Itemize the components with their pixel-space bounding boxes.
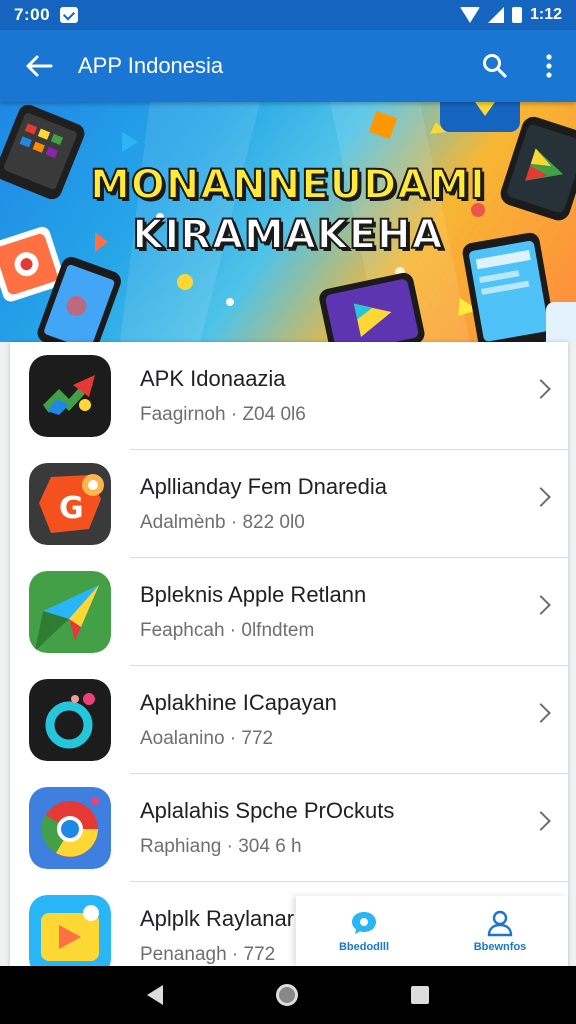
app-bar-actions (468, 30, 576, 102)
list-item[interactable]: Aplalahis Spche PrOckuts Raphiang · 304 … (10, 774, 568, 882)
app-name: Aplliandaу Fem Dnaredia (140, 473, 388, 499)
back-button[interactable] (0, 30, 78, 102)
app-icon-wrap (10, 774, 130, 882)
profile-icon (487, 910, 513, 937)
banner-title-line1: MONANNEUDAMI (89, 161, 486, 209)
battery-icon (511, 7, 522, 23)
app-name: Bpleknis Apple Retlann (140, 581, 367, 607)
promo-banner[interactable]: MONANNEUDAMI KIRAMAKEHA (0, 102, 576, 342)
colorful-chart-arrow-icon (29, 355, 111, 437)
app-meta: Faagirnoh · Z04 0l6 (140, 403, 306, 425)
page-title: APP Indonesia (78, 53, 224, 78)
svg-text:G: G (59, 491, 84, 526)
bottom-mini-nav: Bbedodlll Bbewnfos (296, 896, 568, 966)
app-list: APK Idonaazia Faagirnoh · Z04 0l6 G Apll… (10, 342, 568, 982)
app-icon-wrap (10, 558, 130, 666)
chrome-like-icon (29, 787, 111, 869)
wifi-icon (459, 7, 480, 23)
app-icon-wrap: G (10, 450, 130, 558)
mini-nav-label: Bbedodlll (338, 941, 390, 953)
status-icons: 1:12 (459, 6, 562, 24)
paper-plane-icon (29, 571, 111, 653)
list-item[interactable]: Bpleknis Apple Retlann Feaphcah · 0lfndt… (10, 558, 568, 666)
video-play-icon (29, 895, 111, 977)
list-item[interactable]: APK Idonaazia Faagirnoh · Z04 0l6 (10, 342, 568, 450)
system-home-button[interactable] (275, 984, 298, 1006)
more-options-button[interactable] (522, 30, 576, 102)
app-icon-wrap (10, 666, 130, 774)
app-name: Aplalahis Spche PrOckuts (140, 797, 395, 823)
app-meta: Raphiang · 304 6 h (140, 835, 302, 857)
system-nav-bar (0, 966, 576, 1024)
mini-nav-tab-profile[interactable]: Bbewnfos (432, 896, 568, 966)
arrow-left-icon (26, 55, 53, 77)
notification-icon (60, 7, 79, 23)
banner-title-line2: KIRAMAKEHA (131, 211, 444, 259)
list-item[interactable]: Aplakhine ICapayan Aoalanino · 772 (10, 666, 568, 774)
status-time: 7:00 (14, 5, 51, 24)
app-meta: Adalmènb · 822 0l0 (140, 511, 305, 533)
signal-icon (487, 7, 504, 23)
phone-screen: 7:00 1:12 APP Indonesia MONANNEUDAMI KIR… (0, 0, 576, 1024)
status-clock-right: 1:12 (529, 6, 562, 23)
camera-lens-icon (29, 679, 111, 761)
app-meta: Feaphcah · 0lfndtem (140, 619, 315, 641)
system-back-button[interactable] (146, 985, 163, 1005)
app-meta: Aoalanino · 772 (140, 727, 274, 749)
app-bar: APP Indonesia (0, 30, 576, 102)
app-name: APK Idonaazia (140, 365, 286, 391)
status-bar: 7:00 1:12 (0, 0, 576, 30)
app-icon-wrap (10, 342, 130, 450)
list-item[interactable]: G Aplliandaу Fem Dnaredia Adalmènb · 822… (10, 450, 568, 558)
mini-nav-tab-chat[interactable]: Bbedodlll (296, 896, 432, 966)
search-icon (483, 54, 507, 78)
orange-g-bubble-icon: G (29, 463, 111, 545)
chat-bubble-icon (352, 912, 376, 934)
more-vert-icon (546, 54, 552, 78)
mini-nav-label: Bbewnfos (473, 941, 527, 953)
search-button[interactable] (468, 30, 522, 102)
app-name: Aplakhine ICapayan (140, 689, 337, 715)
system-recents-button[interactable] (411, 986, 430, 1004)
